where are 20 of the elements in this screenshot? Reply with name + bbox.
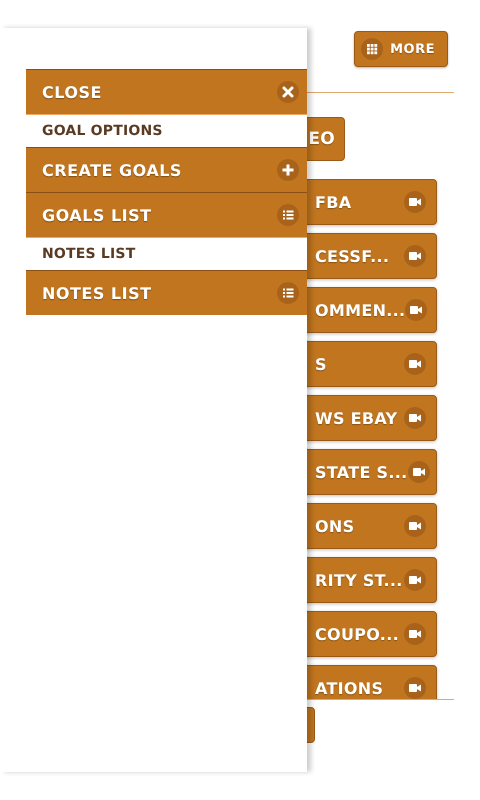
plus-icon <box>277 159 299 181</box>
close-icon <box>277 81 299 103</box>
list-icon <box>277 282 299 304</box>
video-camera-icon <box>404 623 426 645</box>
list-icon <box>277 204 299 226</box>
video-camera-icon <box>404 407 426 429</box>
menu-item[interactable]: GOALS LIST <box>26 192 307 237</box>
video-camera-icon <box>404 515 426 537</box>
grid-icon <box>361 38 384 60</box>
menu-item[interactable]: CREATE GOALS <box>26 147 307 192</box>
menu-item[interactable]: CLOSE <box>26 69 307 114</box>
video-camera-icon <box>408 461 430 483</box>
menu-item[interactable]: NOTES LIST <box>26 270 307 315</box>
video-camera-icon <box>404 677 426 699</box>
video-camera-icon <box>404 191 426 213</box>
video-camera-icon <box>404 569 426 591</box>
video-camera-icon <box>404 353 426 375</box>
more-button[interactable]: MORE <box>354 31 448 67</box>
video-camera-icon <box>404 245 426 267</box>
video-camera-icon <box>405 299 428 321</box>
